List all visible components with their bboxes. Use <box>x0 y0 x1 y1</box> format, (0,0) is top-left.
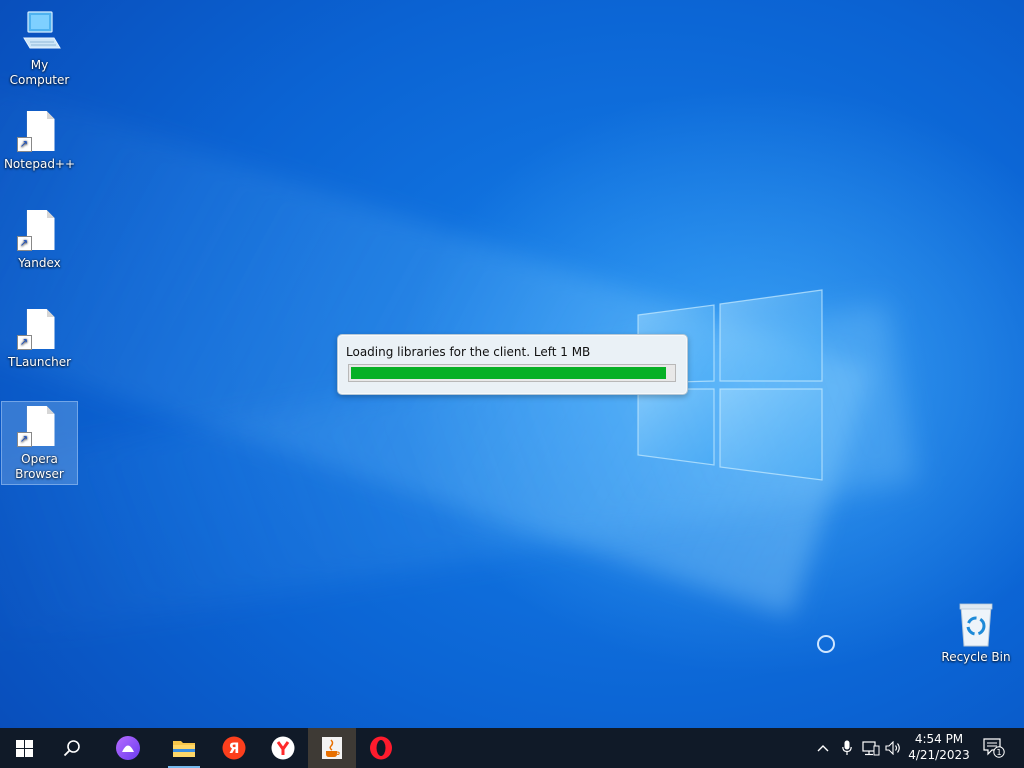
alice-assistant-icon <box>116 736 140 760</box>
desktop-icon-yandex[interactable]: ↗ Yandex <box>2 206 77 271</box>
desktop-icon-my-computer[interactable]: My Computer <box>2 8 77 88</box>
desktop-icon-opera-browser[interactable]: ↗ Opera Browser <box>1 401 78 485</box>
show-hidden-icons-button[interactable] <box>812 728 834 768</box>
desktop-icon-recycle-bin[interactable]: Recycle Bin <box>940 600 1012 665</box>
desktop-icon-label: Recycle Bin <box>941 650 1011 664</box>
file-shortcut-icon: ↗ <box>16 402 64 450</box>
action-center-button[interactable]: 1 <box>982 728 1006 768</box>
desktop-icon-label: Yandex <box>18 256 61 270</box>
network-button[interactable] <box>860 728 882 768</box>
taskbar-yandex-button[interactable]: Я <box>210 728 258 768</box>
search-icon <box>63 740 80 757</box>
desktop-icon-label: Notepad++ <box>3 157 76 171</box>
desktop-icon-label: My Computer <box>9 58 70 87</box>
svg-text:Я: Я <box>229 741 240 757</box>
taskbar-alice-button[interactable] <box>104 728 152 768</box>
busy-cursor-spinner <box>817 635 835 653</box>
yandex-icon: Я <box>222 736 246 760</box>
microphone-icon <box>842 740 852 755</box>
file-shortcut-icon: ↗ <box>16 305 64 353</box>
recycle-bin-icon <box>952 600 1000 648</box>
notification-count: 1 <box>996 748 1001 757</box>
network-icon <box>862 740 880 755</box>
java-icon <box>322 737 342 759</box>
folder-icon <box>173 741 195 757</box>
notification-icon: 1 <box>983 738 1005 758</box>
volume-icon <box>885 741 900 755</box>
taskbar: Я 4:54 PM 4/21/2023 1 <box>0 728 1024 768</box>
search-button[interactable] <box>48 728 96 768</box>
yandex-browser-icon <box>271 736 295 760</box>
clock-date: 4/21/2023 <box>908 748 970 762</box>
taskbar-opera-button[interactable] <box>357 728 405 768</box>
clock-time: 4:54 PM <box>914 732 964 746</box>
taskbar-yandex-browser-button[interactable] <box>259 728 307 768</box>
microphone-button[interactable] <box>836 728 858 768</box>
desktop-icon-tlauncher[interactable]: ↗ TLauncher <box>2 305 77 370</box>
desktop[interactable]: My Computer ↗ Notepad++ ↗ Yandex ↗ TLaun… <box>0 0 1024 728</box>
taskbar-clock[interactable]: 4:54 PM 4/21/2023 <box>900 728 978 768</box>
taskbar-file-explorer-button[interactable] <box>160 728 208 768</box>
dialog-message: Loading libraries for the client. Left 1… <box>346 345 591 359</box>
computer-icon <box>16 8 64 56</box>
windows-start-icon <box>15 739 33 757</box>
desktop-icon-notepad-plus-plus[interactable]: ↗ Notepad++ <box>2 107 77 172</box>
desktop-icon-label: Opera Browser <box>15 452 64 481</box>
loading-dialog: Loading libraries for the client. Left 1… <box>337 334 688 395</box>
progress-bar-fill <box>351 367 667 379</box>
progress-bar <box>348 364 676 382</box>
chevron-up-icon <box>817 745 829 752</box>
start-button[interactable] <box>0 728 48 768</box>
file-shortcut-icon: ↗ <box>16 206 64 254</box>
desktop-icon-label: TLauncher <box>7 355 72 369</box>
taskbar-java-button[interactable] <box>308 728 356 768</box>
opera-icon <box>370 736 392 760</box>
file-shortcut-icon: ↗ <box>16 107 64 155</box>
